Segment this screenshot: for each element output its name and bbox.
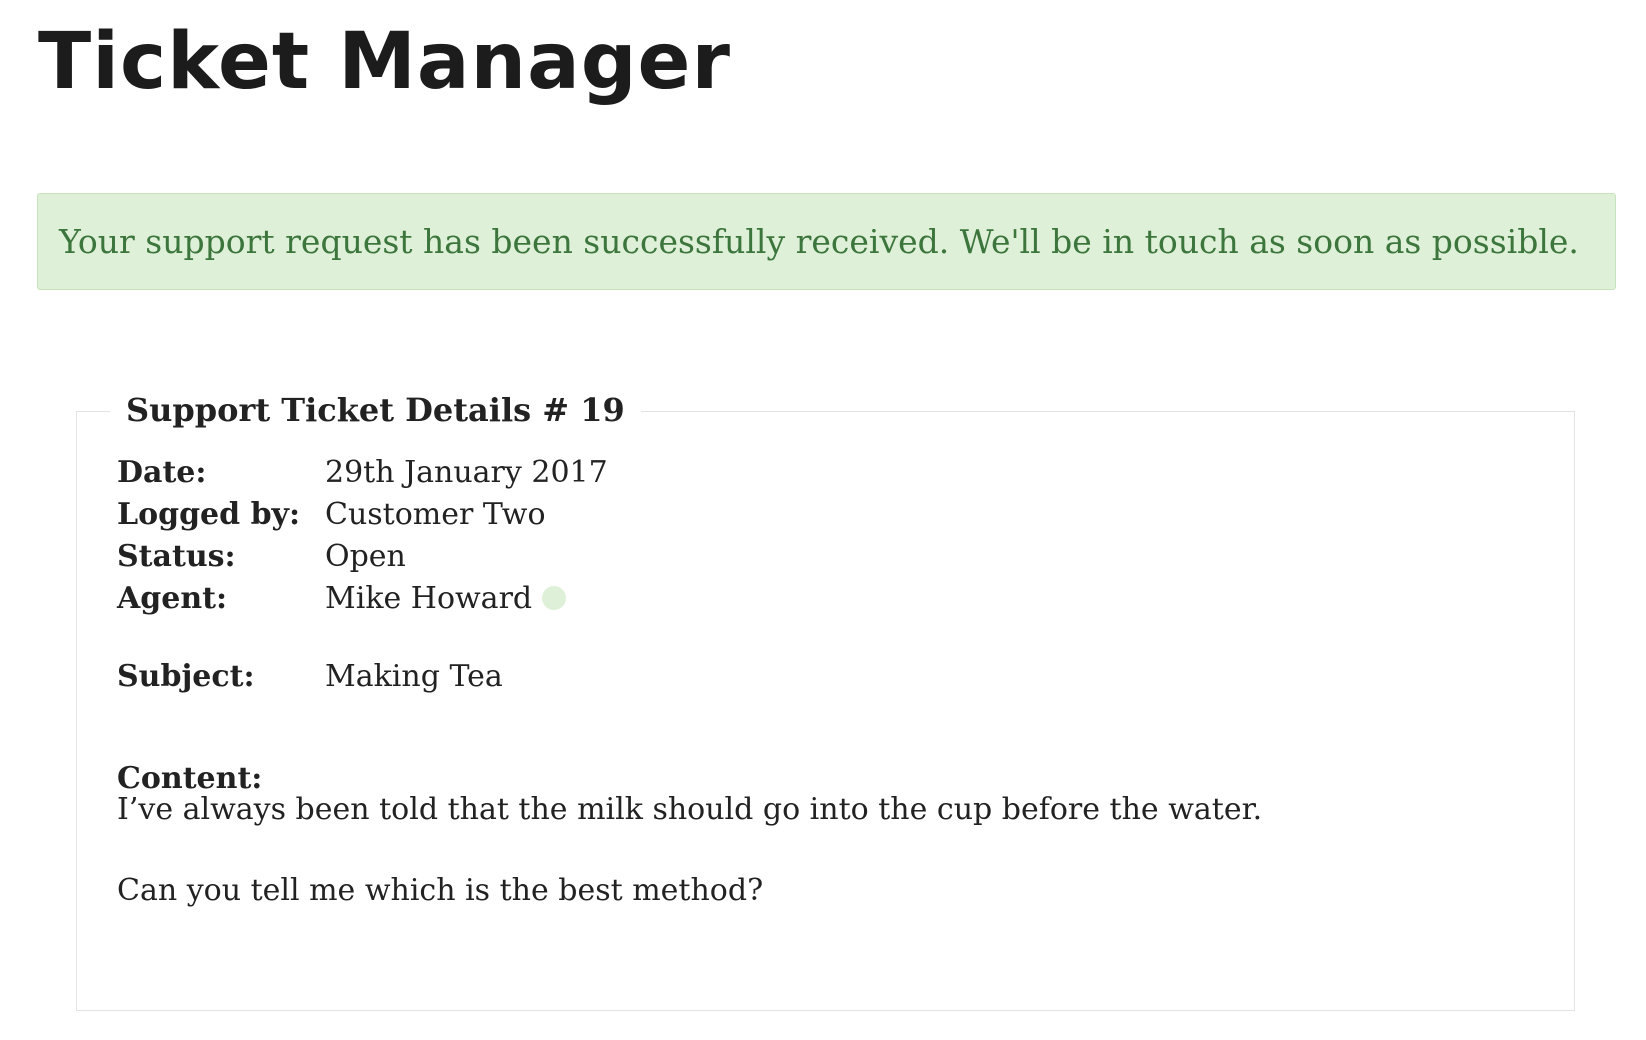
field-row-subject: Subject: Making Tea	[117, 656, 503, 698]
subject-label: Subject:	[117, 659, 255, 694]
logged-by-label: Logged by:	[117, 497, 301, 532]
date-label: Date:	[117, 455, 207, 490]
field-row-logged-by: Logged by: Customer Two	[117, 494, 546, 536]
page-title: Ticket Manager	[38, 17, 731, 107]
success-alert: Your support request has been successful…	[37, 193, 1616, 290]
agent-value: Mike Howard	[325, 581, 533, 616]
field-row-status: Status: Open	[117, 536, 406, 578]
ticket-details-panel: Support Ticket Details # 19 Date: 29th Ja…	[76, 382, 1575, 1011]
content-line: Can you tell me which is the best method…	[117, 873, 764, 908]
date-value: 29th January 2017	[325, 455, 608, 490]
field-row-agent: Agent: Mike Howard	[117, 578, 567, 620]
agent-label: Agent:	[117, 581, 228, 616]
status-value: Open	[325, 539, 406, 574]
subject-value: Making Tea	[325, 659, 503, 694]
status-label: Status:	[117, 539, 236, 574]
ticket-details-legend: Support Ticket Details # 19	[110, 382, 641, 438]
logged-by-value: Customer Two	[325, 497, 546, 532]
field-row-date: Date: 29th January 2017	[117, 452, 608, 494]
alert-message: Your support request has been successful…	[59, 222, 1579, 261]
online-status-dot-icon	[542, 586, 567, 610]
content-line: I’ve always been told that the milk shou…	[117, 792, 1263, 827]
